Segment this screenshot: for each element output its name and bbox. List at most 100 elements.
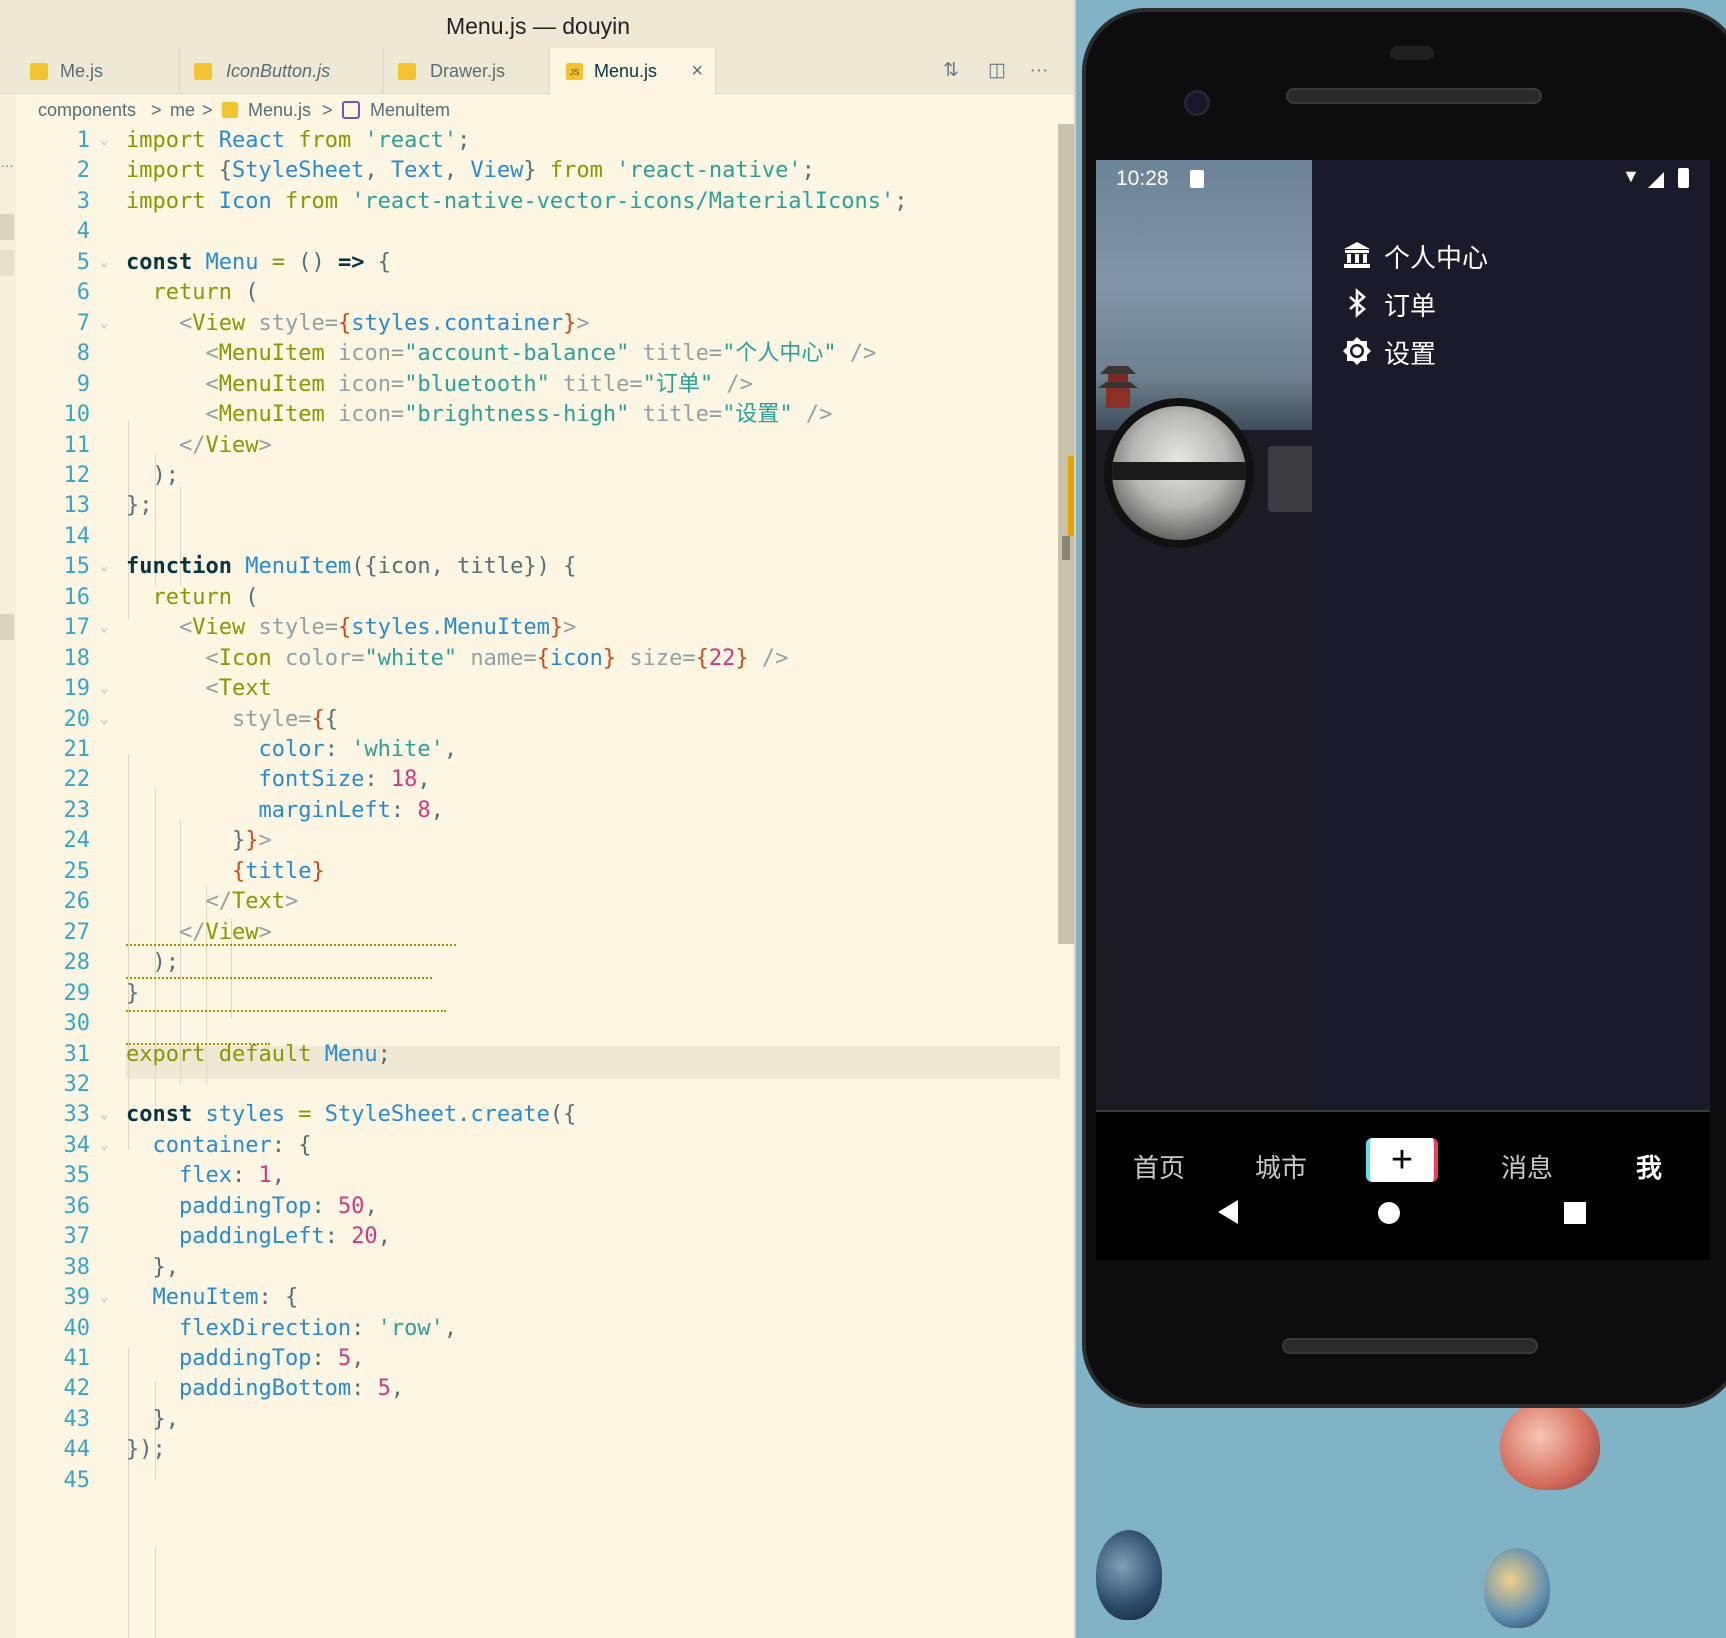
breadcrumb-folder[interactable]: me <box>170 100 195 121</box>
compare-changes-icon[interactable]: ⇅ <box>938 60 964 82</box>
code-line[interactable]: 3 import Icon from 'react-native-vector-i… <box>0 185 1060 218</box>
tab-home[interactable]: 首页 <box>1104 1148 1214 1185</box>
split-editor-icon[interactable]: ◫ <box>984 60 1010 82</box>
code-line[interactable]: 40 flexDirection: 'row', <box>0 1312 1060 1345</box>
avatar[interactable] <box>1112 406 1246 540</box>
fold-chevron-icon[interactable]: ⌄ <box>100 550 108 583</box>
menu-item-label: 设置 <box>1384 339 1437 369</box>
code-line[interactable]: 24 }}> <box>0 824 1060 857</box>
code-token: "account-balance" <box>404 341 643 367</box>
code-line[interactable]: 14 <box>0 520 1060 553</box>
code-line[interactable]: 42 paddingBottom: 5, <box>0 1372 1060 1405</box>
tab-messages[interactable]: 消息 <box>1472 1148 1582 1185</box>
edit-profile-button[interactable] <box>1268 446 1312 512</box>
code-token: return <box>152 280 246 306</box>
code-line[interactable]: 41 paddingTop: 5, <box>0 1342 1060 1375</box>
code-text: return ( <box>126 276 259 309</box>
code-line[interactable]: 38 }, <box>0 1251 1060 1284</box>
breadcrumb-symbol[interactable]: MenuItem <box>370 100 450 121</box>
code-line[interactable]: 39 ⌄ MenuItem: { <box>0 1281 1060 1314</box>
code-token: icon= <box>337 341 405 367</box>
line-number: 16 <box>63 584 91 610</box>
code-token: paddingTop <box>178 1193 312 1219</box>
fold-chevron-icon[interactable]: ⌄ <box>100 124 108 157</box>
code-token: ({icon, title}) { <box>351 554 577 580</box>
fold-chevron-icon[interactable]: ⌄ <box>100 1129 108 1162</box>
code-line[interactable]: 17 ⌄ <View style={styles.MenuItem}> <box>0 611 1060 644</box>
code-line[interactable]: 8 <MenuItem icon="account-balance" title… <box>0 337 1060 370</box>
code-line[interactable]: 36 paddingTop: 50, <box>0 1190 1060 1223</box>
fold-chevron-icon[interactable]: ⌄ <box>100 672 108 705</box>
code-line[interactable]: 7 ⌄ <View style={styles.container}> <box>0 307 1060 340</box>
code-token: ; <box>801 158 815 184</box>
breadcrumb-folder[interactable]: components <box>38 100 136 121</box>
code-line[interactable]: 1 ⌄ import React from 'react'; <box>0 124 1060 157</box>
code-token: title <box>245 858 312 884</box>
profile-background <box>1096 160 1312 1110</box>
code-line[interactable]: 19 ⌄ <Text <box>0 672 1060 705</box>
more-actions-icon[interactable]: ··· <box>1026 60 1052 82</box>
breadcrumb: components > me > Menu.js > MenuItem <box>0 94 1074 124</box>
tab-menu-js[interactable]: JS Menu.js × <box>550 48 716 94</box>
code-line[interactable]: 28 ); <box>0 946 1060 979</box>
code-line[interactable]: 6 return ( <box>0 276 1060 309</box>
fold-chevron-icon[interactable]: ⌄ <box>100 703 108 736</box>
code-text: export default Menu; <box>126 1038 391 1071</box>
fold-chevron-icon[interactable]: ⌄ <box>100 611 108 644</box>
code-line[interactable]: 35 flex: 1, <box>0 1159 1060 1192</box>
code-line[interactable]: 25 {title} <box>0 855 1060 888</box>
fold-chevron-icon[interactable]: ⌄ <box>100 1098 108 1131</box>
line-number: 4 <box>76 219 90 245</box>
code-line[interactable]: 27 </View> <box>0 916 1060 949</box>
recent-apps-icon[interactable] <box>1564 1202 1586 1224</box>
code-line[interactable]: 5 ⌄ const Menu = () => { <box>0 246 1060 279</box>
close-tab-icon[interactable]: × <box>691 48 703 94</box>
home-icon[interactable] <box>1378 1202 1400 1224</box>
code-line[interactable]: 45 <box>0 1464 1060 1497</box>
plus-icon: + <box>1390 1139 1414 1181</box>
line-number: 28 <box>63 950 91 976</box>
code-line[interactable]: 31 export default Menu; <box>0 1038 1060 1071</box>
code-line[interactable]: 4 <box>0 215 1060 248</box>
code-line[interactable]: 32 <box>0 1068 1060 1101</box>
code-line[interactable]: 22 fontSize: 18, <box>0 763 1060 796</box>
code-line[interactable]: 12 ); <box>0 459 1060 492</box>
fold-chevron-icon[interactable]: ⌄ <box>100 307 108 340</box>
code-line[interactable]: 43 }, <box>0 1403 1060 1436</box>
code-line[interactable]: 33 ⌄ const styles = StyleSheet.create({ <box>0 1098 1060 1131</box>
code-token: View <box>205 919 259 945</box>
line-number: 42 <box>63 1376 91 1402</box>
breadcrumb-file[interactable]: Menu.js <box>248 100 311 121</box>
code-line[interactable]: 29} <box>0 977 1060 1010</box>
line-number: 32 <box>63 1071 91 1097</box>
code-line[interactable]: 21 color: 'white', <box>0 733 1060 766</box>
publish-button[interactable]: + <box>1366 1138 1438 1182</box>
code-line[interactable]: 23 marginLeft: 8, <box>0 794 1060 827</box>
code-line[interactable]: 11 </View> <box>0 429 1060 462</box>
code-line[interactable]: 18 <Icon color="white" name={icon} size=… <box>0 642 1060 675</box>
tab-iconbutton-js[interactable]: IconButton.js <box>180 48 384 94</box>
tab-city[interactable]: 城市 <box>1226 1148 1336 1185</box>
tab-me[interactable]: 我 <box>1594 1148 1704 1185</box>
fold-chevron-icon[interactable]: ⌄ <box>100 1281 108 1314</box>
tab-me-js[interactable]: Me.js <box>16 48 180 94</box>
code-line[interactable]: 10 <MenuItem icon="brightness-high" titl… <box>0 398 1060 431</box>
code-line[interactable]: 15 ⌄ function MenuItem({icon, title}) { <box>0 550 1060 583</box>
code-line[interactable]: 34 ⌄ container: { <box>0 1129 1060 1162</box>
fold-chevron-icon[interactable]: ⌄ <box>100 246 108 279</box>
code-line[interactable]: 20 ⌄ style={{ <box>0 703 1060 736</box>
code-line[interactable]: 9 <MenuItem icon="bluetooth" title="订单" … <box>0 368 1060 401</box>
code-line[interactable]: 26 </Text> <box>0 885 1060 918</box>
code-token: , <box>377 1224 391 1250</box>
code-line[interactable]: 13}; <box>0 489 1060 522</box>
back-icon[interactable] <box>1218 1200 1238 1224</box>
code-line[interactable]: 16 return ( <box>0 581 1060 614</box>
tab-drawer-js[interactable]: Drawer.js <box>384 48 550 94</box>
line-number: 21 <box>63 737 91 762</box>
code-line[interactable]: 2 import {StyleSheet, Text, View} from 'r… <box>0 154 1060 187</box>
code-line[interactable]: 37 paddingLeft: 20, <box>0 1220 1060 1253</box>
code-line[interactable]: 30 <box>0 1007 1060 1040</box>
line-number: 34 <box>63 1132 91 1158</box>
code-line[interactable]: 44}); <box>0 1433 1060 1466</box>
